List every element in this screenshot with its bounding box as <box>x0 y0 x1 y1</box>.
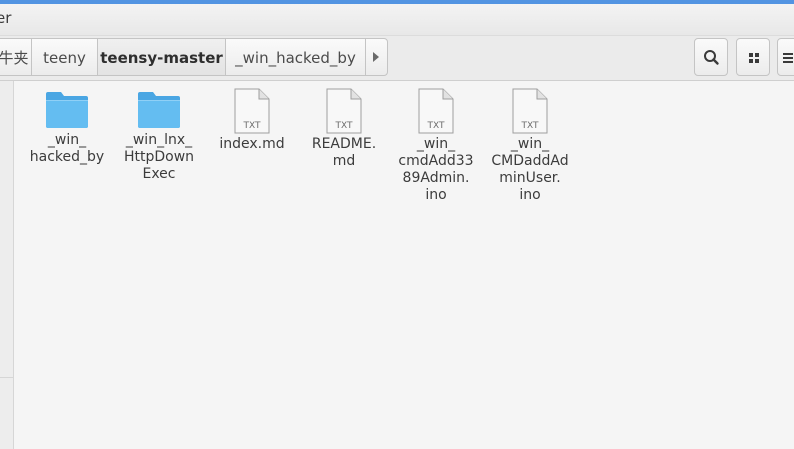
text-file-icon: TXT <box>418 88 454 134</box>
view-toggle-button[interactable] <box>736 38 770 76</box>
search-icon <box>704 50 719 65</box>
file-label: _win_ CMDaddAd minUser. ino <box>491 136 569 203</box>
breadcrumb-label: teensy-master <box>100 49 223 67</box>
breadcrumb-item-teeny[interactable]: teeny <box>31 38 98 76</box>
breadcrumb-scroll-right-button[interactable] <box>365 38 388 76</box>
breadcrumb-item-teensy-master[interactable]: teensy-master <box>97 38 226 76</box>
text-file-icon: TXT <box>234 88 270 134</box>
file-label: _win_lnx_ HttpDown Exec <box>123 132 195 182</box>
file-label: index.md <box>219 136 285 152</box>
breadcrumb-label: teeny <box>43 49 86 67</box>
folder-icon <box>138 92 180 128</box>
breadcrumb-label: _win_hacked_by <box>235 49 356 67</box>
title-bar[interactable]: er <box>0 4 794 36</box>
sidebar-divider <box>0 377 13 378</box>
text-file-icon: TXT <box>512 88 548 134</box>
file-item-text[interactable]: TXT _win_ cmdAdd33 89Admin. ino <box>391 88 481 204</box>
file-item-text[interactable]: TXT index.md <box>207 88 297 153</box>
sidebar[interactable] <box>0 81 14 449</box>
file-label: _win_ cmdAdd33 89Admin. ino <box>398 136 474 203</box>
breadcrumb-label: 牛夹 <box>0 49 29 67</box>
breadcrumb-item-win-hacked-by[interactable]: _win_hacked_by <box>225 38 366 76</box>
breadcrumb-item-parent[interactable]: 牛夹 <box>0 38 32 76</box>
txt-badge: TXT <box>520 121 539 131</box>
grid-view-icon <box>749 53 759 63</box>
breadcrumb: 牛夹 teeny teensy-master _win_hacked_by <box>0 38 400 76</box>
search-button[interactable] <box>694 38 728 76</box>
file-view[interactable]: _win_ hacked_by _win_lnx_ HttpDown Exec TXT… <box>14 81 794 449</box>
file-item-folder[interactable]: _win_ hacked_by <box>22 88 112 166</box>
window-title: er <box>0 9 12 27</box>
file-item-text[interactable]: TXT _win_ CMDaddAd minUser. ino <box>485 88 575 204</box>
file-item-text[interactable]: TXT README. md <box>299 88 389 170</box>
txt-badge: TXT <box>426 121 445 131</box>
txt-badge: TXT <box>242 121 261 131</box>
menu-button[interactable] <box>777 38 794 76</box>
chevron-right-icon <box>373 52 379 62</box>
file-item-folder[interactable]: _win_lnx_ HttpDown Exec <box>114 88 204 183</box>
text-file-icon: TXT <box>326 88 362 134</box>
folder-icon <box>46 92 88 128</box>
txt-badge: TXT <box>334 121 353 131</box>
file-label: _win_ hacked_by <box>29 132 105 165</box>
file-label: README. md <box>311 136 377 169</box>
menu-icon <box>783 53 793 63</box>
toolbar: 牛夹 teeny teensy-master _win_hacked_by <box>0 36 794 81</box>
